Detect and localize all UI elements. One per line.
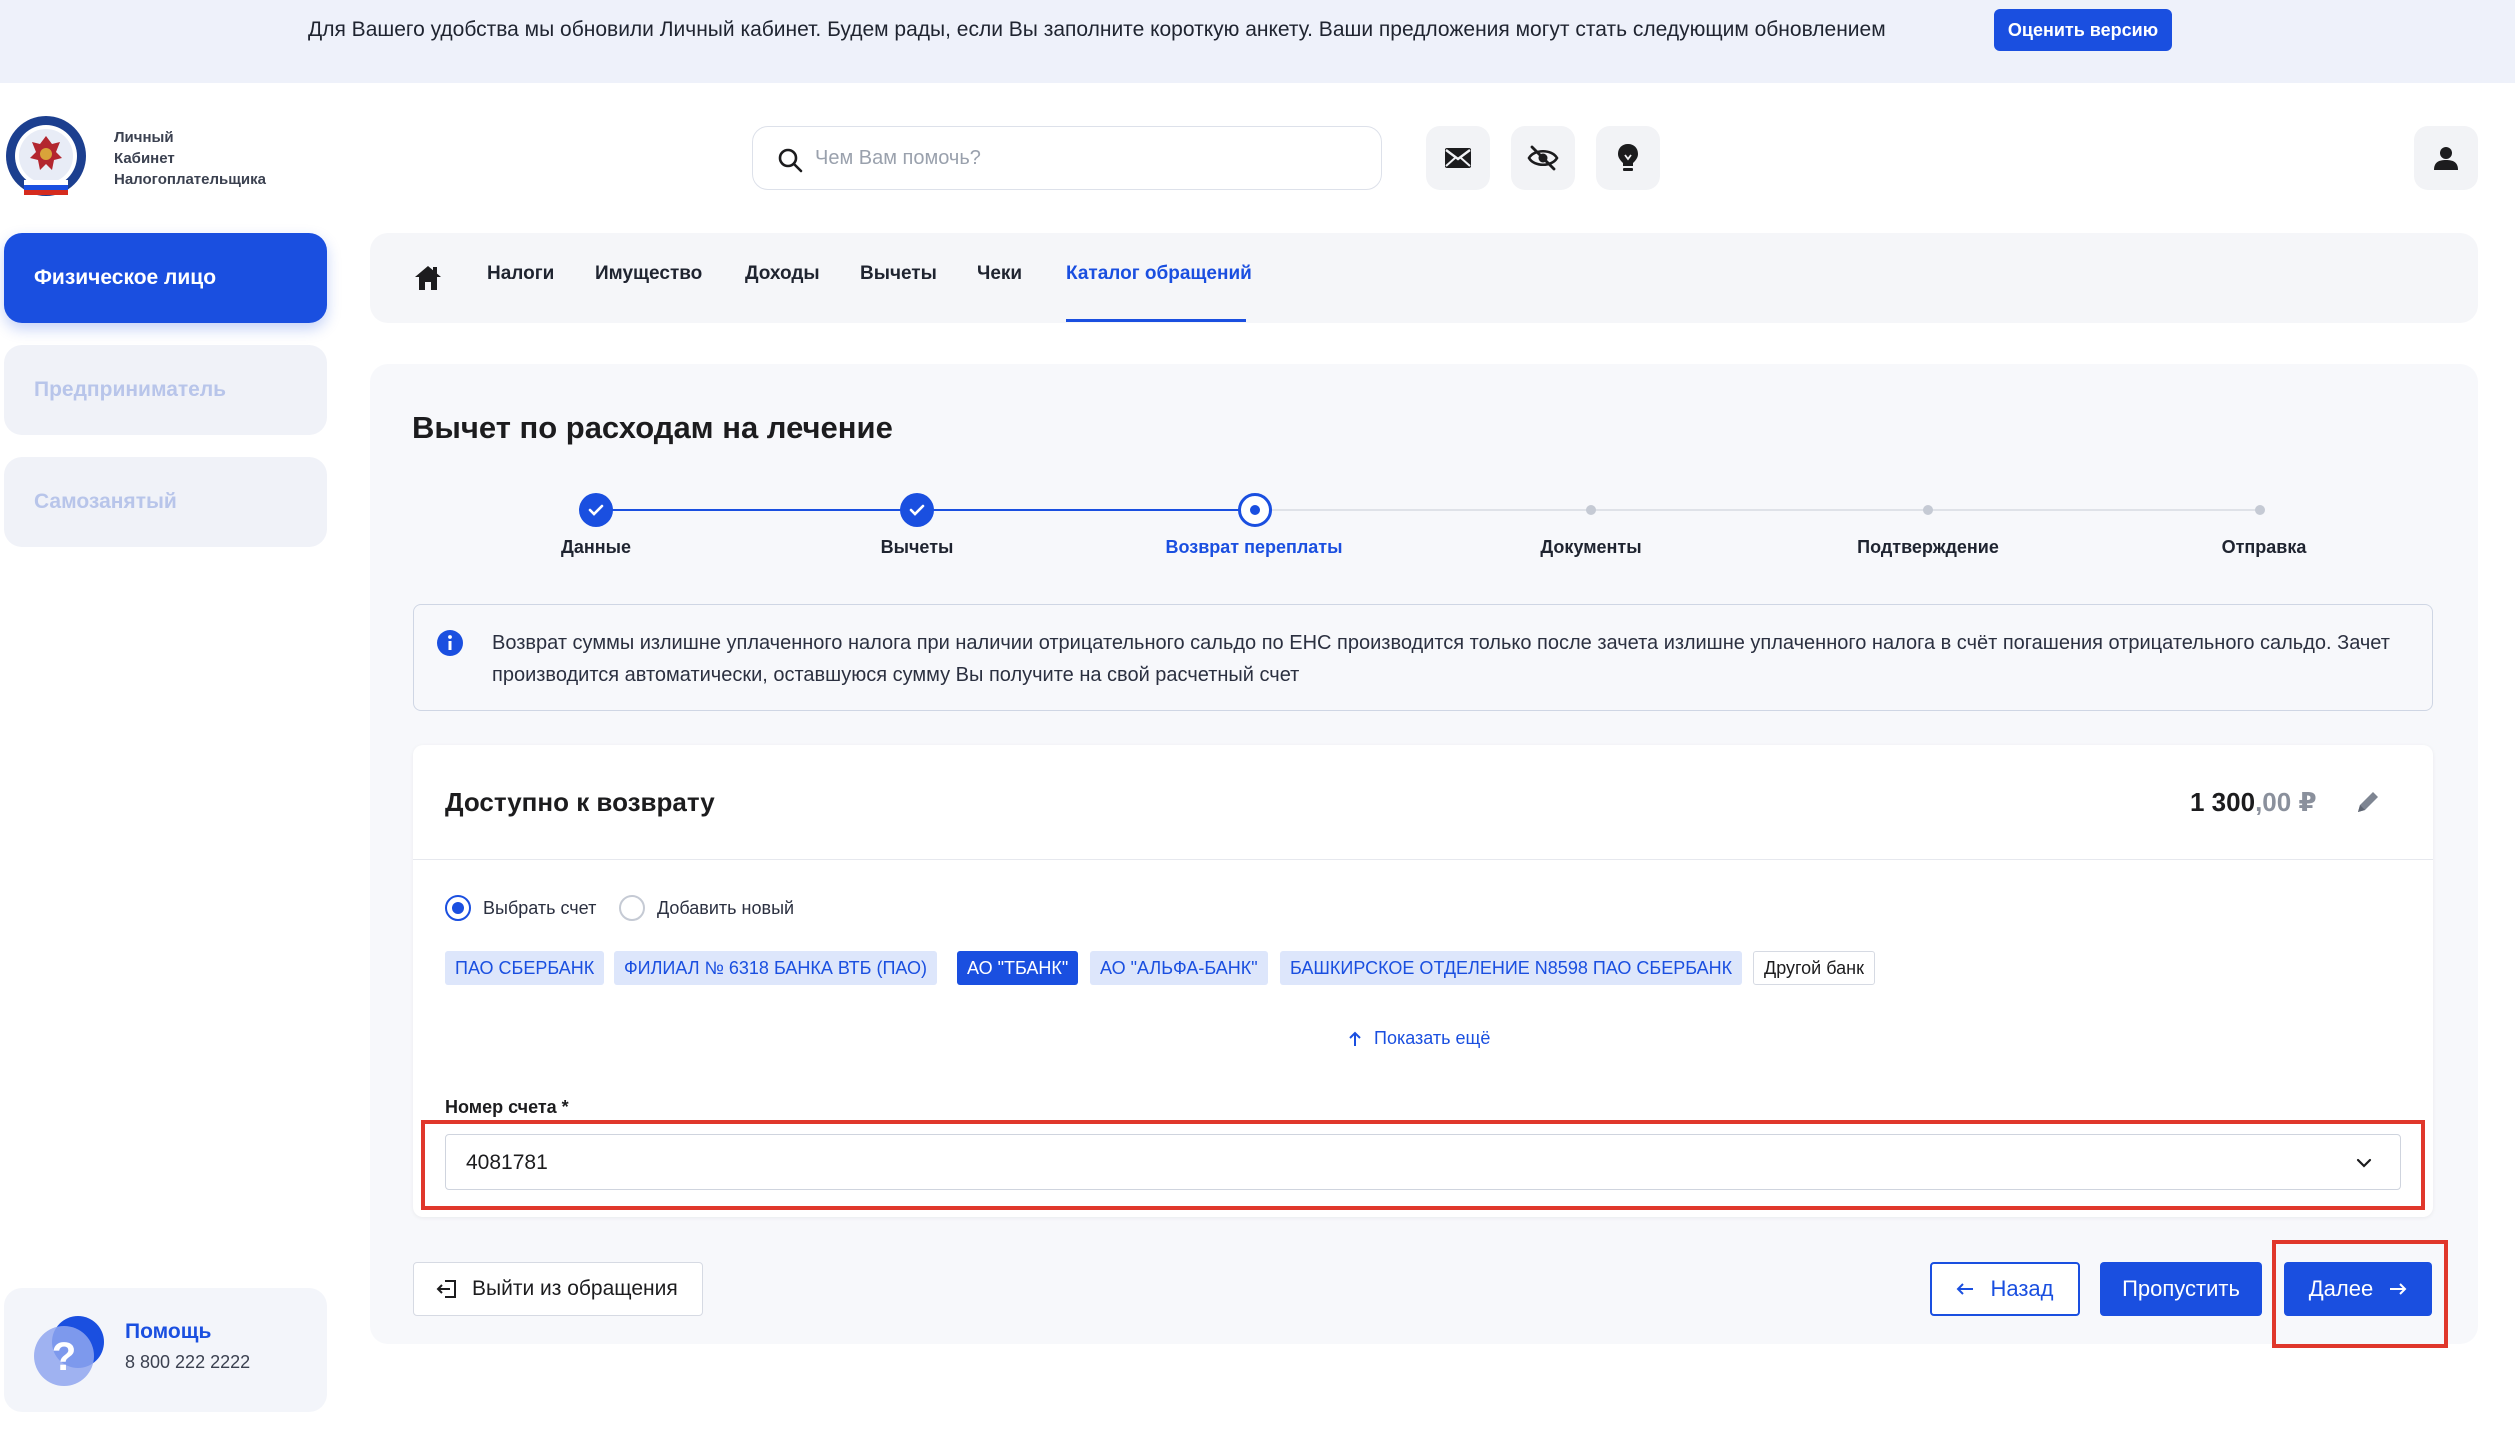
- lightbulb-icon: [1618, 144, 1638, 171]
- mail-button[interactable]: [1426, 126, 1490, 190]
- radio-select-account[interactable]: Выбрать счет: [445, 895, 596, 921]
- arrow-up-icon: [1349, 1031, 1361, 1046]
- refund-card: Доступно к возврату 1 300,00 ₽ Выбрать с…: [413, 745, 2433, 1217]
- tips-button[interactable]: [1596, 126, 1660, 190]
- skip-button[interactable]: Пропустить: [2100, 1262, 2262, 1316]
- stepper-line-done: [596, 509, 916, 511]
- step-label-deductions: Вычеты: [880, 537, 954, 557]
- svg-text:?: ?: [52, 1335, 76, 1379]
- search-input[interactable]: [815, 137, 1355, 179]
- arrow-right-icon: [2390, 1283, 2407, 1295]
- step-data-check-icon: [579, 493, 613, 527]
- eye-off-icon: [1527, 145, 1559, 171]
- profile-button[interactable]: [2414, 126, 2478, 190]
- sidebar-item-individual[interactable]: Физическое лицо: [4, 233, 327, 323]
- tab-receipts[interactable]: Чеки: [977, 263, 1022, 285]
- bank-chip-alfa[interactable]: АО "АЛЬФА-БАНК": [1090, 951, 1268, 985]
- refund-title: Доступно к возврату: [445, 787, 715, 817]
- radio-unchecked-icon[interactable]: [619, 895, 645, 921]
- account-number-select[interactable]: 4081781: [445, 1134, 2401, 1190]
- bank-chip-sberbank[interactable]: ПАО СБЕРБАНК: [445, 951, 605, 985]
- step-label-data: Данные: [561, 537, 631, 557]
- help-card[interactable]: ? Помощь 8 800 222 2222: [4, 1288, 327, 1412]
- active-tab-underline: [1066, 319, 1246, 322]
- radio-label: Добавить новый: [657, 897, 795, 918]
- card-divider: [413, 859, 2433, 860]
- step-label-submit: Отправка: [2221, 537, 2307, 557]
- stepper-line-done: [916, 509, 1256, 511]
- step-label-confirmation: Подтверждение: [1857, 537, 1999, 557]
- bank-chip-other[interactable]: Другой банк: [1753, 951, 1875, 985]
- logo-line-1: Личный: [114, 129, 174, 146]
- step-label-documents: Документы: [1540, 537, 1642, 557]
- step-documents-dot: [1586, 505, 1596, 515]
- step-label-refund: Возврат переплаты: [1165, 537, 1343, 557]
- banner-text: Для Вашего удобства мы обновили Личный к…: [308, 18, 1886, 41]
- visually-impaired-button[interactable]: [1511, 126, 1575, 190]
- refund-amount-cents: ,00 ₽: [2255, 787, 2317, 817]
- account-number-value: 4081781: [466, 1151, 548, 1174]
- info-icon: [437, 630, 463, 656]
- info-notice: Возврат суммы излишне уплаченного налога…: [413, 604, 2433, 711]
- chevron-down-icon: [2356, 1158, 2372, 1168]
- bank-chip-tbank[interactable]: АО "ТБАНК": [957, 951, 1079, 985]
- skip-label: Пропустить: [2122, 1276, 2240, 1301]
- tab-income[interactable]: Доходы: [745, 263, 820, 285]
- sidebar-item-label: Физическое лицо: [34, 266, 217, 289]
- arrow-left-icon: [1957, 1283, 1974, 1295]
- exit-icon: [436, 1280, 456, 1298]
- back-button[interactable]: Назад: [1930, 1262, 2080, 1316]
- tab-taxes[interactable]: Налоги: [487, 263, 554, 285]
- tab-deductions[interactable]: Вычеты: [860, 263, 937, 285]
- sidebar-item-label: Самозанятый: [34, 490, 177, 513]
- refund-amount: 1 300,00 ₽: [2190, 787, 2317, 818]
- step-refund-current-dot: [1238, 493, 1272, 527]
- question-icon: ?: [34, 1316, 104, 1386]
- sidebar-item-self-employed[interactable]: Самозанятый: [4, 457, 327, 547]
- bank-chip-bashkir-sberbank[interactable]: БАШКИРСКОЕ ОТДЕЛЕНИЕ N8598 ПАО СБЕРБАНК: [1280, 951, 1743, 985]
- main-nav: Налоги Имущество Доходы Вычеты Чеки Ката…: [370, 233, 2478, 323]
- search-box[interactable]: [752, 126, 1382, 190]
- home-icon[interactable]: [413, 263, 443, 293]
- show-more-label: Показать ещё: [1374, 1028, 1491, 1048]
- sidebar-item-label: Предприниматель: [34, 378, 227, 401]
- pencil-icon[interactable]: [2353, 787, 2383, 817]
- tab-property[interactable]: Имущество: [595, 263, 702, 285]
- mail-icon: [1445, 148, 1471, 168]
- refund-amount-main: 1 300: [2190, 787, 2256, 817]
- page-title: Вычет по расходам на лечение: [412, 410, 893, 445]
- exit-appeal-button[interactable]: Выйти из обращения: [413, 1262, 703, 1316]
- radio-add-new[interactable]: Добавить новый: [619, 895, 794, 921]
- fns-logo[interactable]: [4, 114, 88, 198]
- logo-line-3: Налогоплательщика: [114, 171, 266, 188]
- bank-chip-vtb[interactable]: ФИЛИАЛ № 6318 БАНКА ВТБ (ПАО): [614, 951, 938, 985]
- radio-label: Выбрать счет: [483, 897, 597, 918]
- account-number-label: Номер счета *: [445, 1097, 569, 1117]
- search-icon: [778, 148, 803, 173]
- stepper-line-todo: [1256, 509, 2260, 511]
- radio-checked-icon[interactable]: [445, 895, 471, 921]
- step-confirmation-dot: [1923, 505, 1933, 515]
- show-more-link[interactable]: Показать ещё: [1348, 1028, 1490, 1049]
- logo-title: Личный Кабинет Налогоплательщика: [114, 127, 266, 190]
- next-button[interactable]: Далее: [2284, 1262, 2432, 1316]
- help-phone: 8 800 222 2222: [125, 1352, 251, 1372]
- logo-line-2: Кабинет: [114, 150, 175, 167]
- step-submit-dot: [2255, 505, 2265, 515]
- user-icon: [2434, 147, 2458, 170]
- info-text: Возврат суммы излишне уплаченного налога…: [492, 632, 2390, 686]
- next-label: Далее: [2308, 1276, 2374, 1301]
- step-deductions-check-icon: [900, 493, 934, 527]
- back-label: Назад: [1990, 1276, 2054, 1301]
- top-banner: Для Вашего удобства мы обновили Личный к…: [0, 0, 2515, 83]
- sidebar-item-entrepreneur[interactable]: Предприниматель: [4, 345, 327, 435]
- exit-appeal-label: Выйти из обращения: [472, 1277, 678, 1300]
- rate-version-button[interactable]: Оценить версию: [1994, 9, 2172, 51]
- tab-appeals-catalog[interactable]: Каталог обращений: [1066, 263, 1252, 285]
- help-title: Помощь: [125, 1320, 212, 1343]
